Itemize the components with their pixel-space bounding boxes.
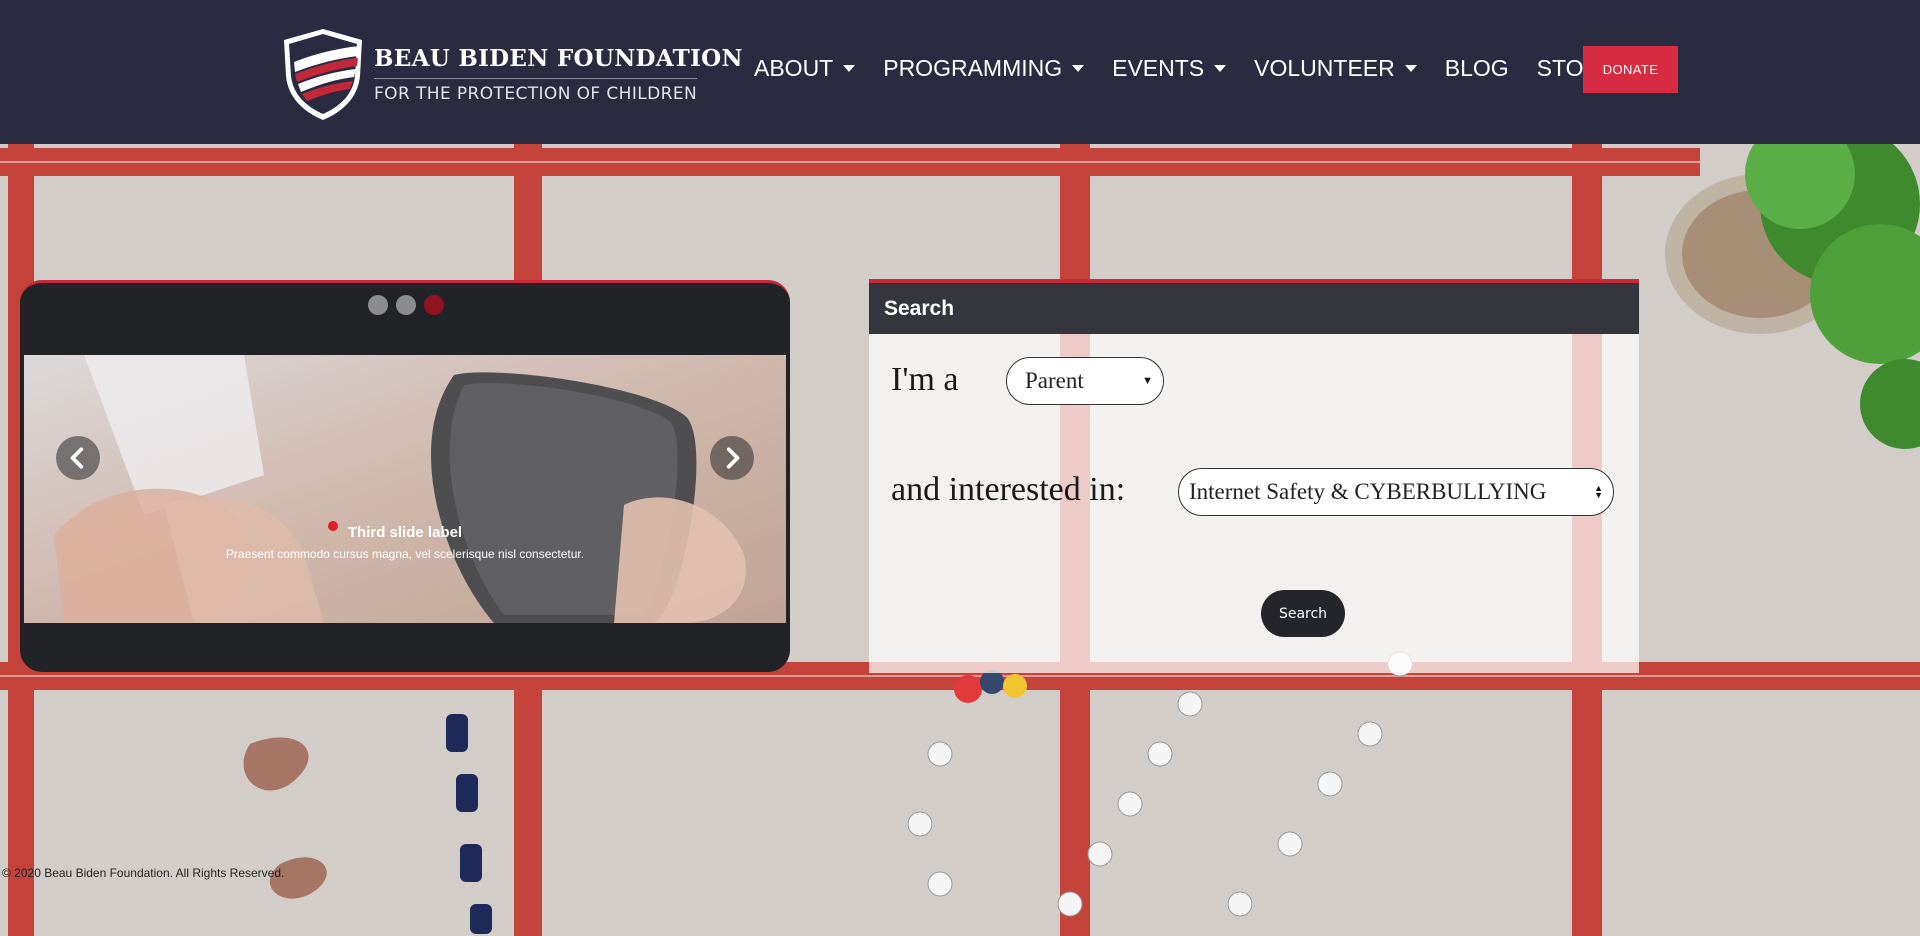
nav-label-programming: PROGRAMMING (883, 54, 1063, 81)
caret-down-icon (1072, 64, 1085, 72)
nav-label-about: ABOUT (754, 54, 834, 81)
interest-select-value: Internet Safety & CYBERBULLYING (1189, 479, 1547, 504)
caret-down-icon (1214, 64, 1227, 72)
shield-logo-icon (284, 29, 362, 120)
brand-divider (374, 77, 697, 79)
carousel (20, 280, 790, 672)
nav-label-blog: BLOG (1444, 54, 1509, 81)
select-arrow-icon: ▲ ▼ (1594, 483, 1603, 500)
main-nav: ABOUT PROGRAMMING EVENTS VOLUNTEER BLOG … (754, 46, 1644, 90)
brand-title: BEAU BIDEN FOUNDATION (374, 44, 743, 72)
donate-button[interactable]: DONATE (1583, 46, 1678, 93)
role-select-value: Parent (1025, 368, 1084, 393)
nav-item-about[interactable]: ABOUT (754, 54, 856, 82)
carousel-slide-image (24, 355, 786, 623)
copyright-text: © 2020 Beau Biden Foundation. All Rights… (2, 866, 285, 880)
phone-hands-photo (24, 355, 786, 623)
brand-subtitle: FOR THE PROTECTION OF CHILDREN (374, 83, 698, 104)
search-panel: Search I'm a Parent ▼ and interested in:… (869, 279, 1639, 673)
brand-logo[interactable]: BEAU BIDEN FOUNDATION FOR THE PROTECTION… (280, 26, 742, 122)
select-arrow-icon: ▼ (1142, 375, 1153, 387)
carousel-indicator-3[interactable] (424, 295, 444, 315)
carousel-indicator-1[interactable] (368, 295, 388, 315)
caret-down-icon (1404, 64, 1417, 72)
nav-item-events[interactable]: EVENTS (1112, 54, 1227, 82)
nav-label-volunteer: VOLUNTEER (1254, 54, 1395, 81)
chevron-right-icon (726, 447, 740, 469)
nav-item-volunteer[interactable]: VOLUNTEER (1254, 55, 1417, 82)
search-panel-title: Search (869, 279, 1639, 334)
carousel-prev-button[interactable] (56, 436, 100, 480)
carousel-indicators (368, 295, 452, 315)
caret-down-icon (843, 64, 856, 72)
chevron-left-icon (70, 447, 84, 469)
site-header: BEAU BIDEN FOUNDATION FOR THE PROTECTION… (0, 0, 1920, 144)
search-button[interactable]: Search (1261, 590, 1345, 637)
carousel-caption: Third slide label Praesent commodo cursu… (20, 524, 790, 561)
role-label: I'm a (891, 361, 959, 398)
caption-text: Praesent commodo cursus magna, vel scele… (225, 547, 585, 561)
carousel-indicator-2[interactable] (396, 295, 416, 315)
interest-label: and interested in: (891, 471, 1126, 508)
caption-title: Third slide label (347, 524, 463, 541)
nav-label-events: EVENTS (1112, 54, 1205, 81)
carousel-next-button[interactable] (710, 436, 754, 480)
nav-item-blog[interactable]: BLOG (1445, 55, 1509, 82)
role-select[interactable]: Parent ▼ (1006, 357, 1164, 405)
interest-select[interactable]: Internet Safety & CYBERBULLYING ▲ ▼ (1178, 468, 1614, 516)
nav-item-programming[interactable]: PROGRAMMING (883, 54, 1085, 82)
